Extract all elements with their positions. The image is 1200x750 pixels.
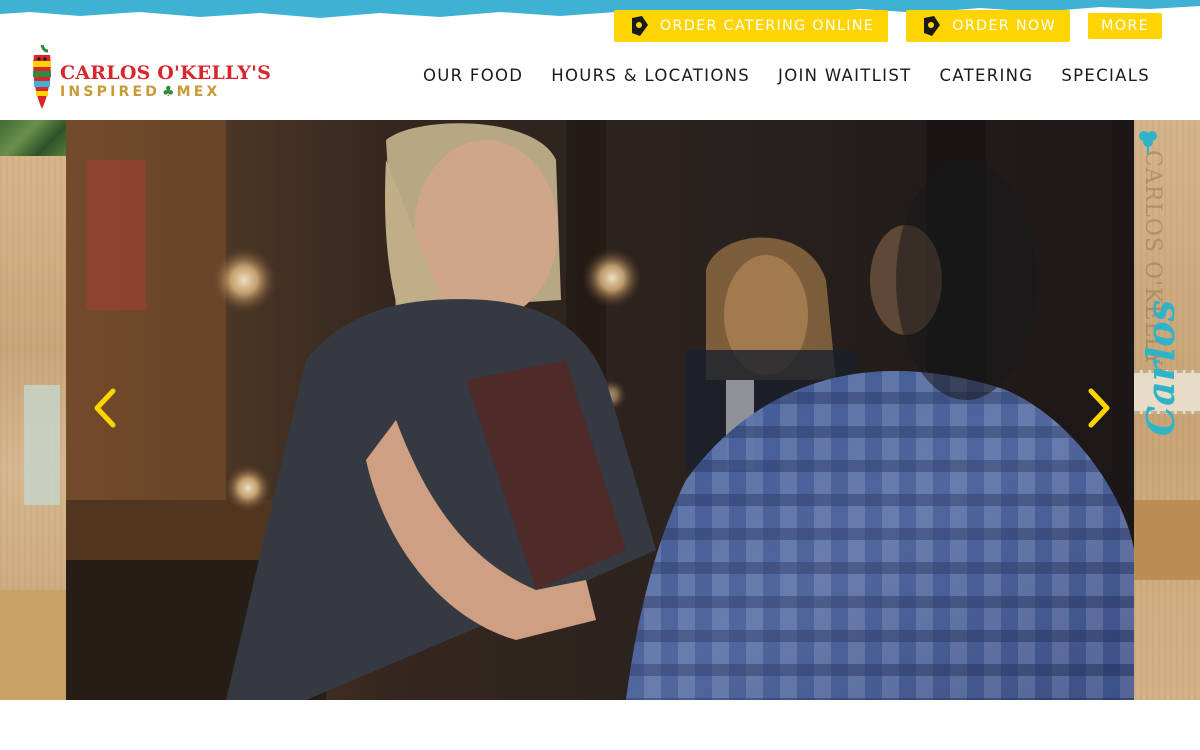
left-decorative-panel — [0, 120, 66, 700]
page: ORDER CATERING ONLINE ORDER NOW MORE CAR… — [0, 0, 1200, 750]
order-catering-online-button[interactable]: ORDER CATERING ONLINE — [613, 10, 889, 42]
order-now-label: ORDER NOW — [952, 18, 1057, 34]
logo-text: CARLOS O'KELLY'S INSPIRED ♣ MEX — [60, 62, 271, 100]
nav-our-food[interactable]: OUR FOOD — [423, 66, 523, 85]
leaf-texture — [0, 120, 66, 156]
taco-truck-icon — [630, 15, 650, 37]
paper-texture — [0, 590, 66, 700]
hero-slider — [66, 120, 1134, 700]
pepper-mascot-icon — [28, 43, 56, 115]
right-script-text: Carlos — [1138, 300, 1183, 437]
logo-name: CARLOS O'KELLY'S — [60, 62, 272, 84]
nav-join-waitlist[interactable]: JOIN WAITLIST — [778, 66, 911, 85]
logo-tagline: INSPIRED ♣ MEX — [60, 84, 271, 100]
shamrock-icon — [1139, 131, 1157, 154]
slider-next-button[interactable] — [1080, 387, 1120, 433]
logo[interactable]: CARLOS O'KELLY'S INSPIRED ♣ MEX — [28, 43, 271, 115]
tape-strip — [24, 385, 60, 505]
more-button[interactable]: MORE — [1088, 13, 1162, 39]
hero-image — [66, 120, 1134, 700]
paper-texture — [1134, 500, 1200, 580]
shamrock-icon: ♣ — [162, 84, 175, 100]
logo-tagline-right: MEX — [176, 84, 221, 100]
nav-specials[interactable]: SPECIALS — [1061, 66, 1150, 85]
site-header: CARLOS O'KELLY'S INSPIRED ♣ MEX OUR FOOD… — [0, 40, 1200, 120]
order-now-button[interactable]: ORDER NOW — [906, 10, 1071, 42]
main-nav: OUR FOOD HOURS & LOCATIONS JOIN WAITLIST… — [423, 66, 1150, 85]
chevron-left-icon — [91, 387, 117, 433]
chevron-right-icon — [1087, 387, 1113, 433]
nav-catering[interactable]: CATERING — [940, 66, 1034, 85]
slider-prev-button[interactable] — [84, 387, 124, 433]
utility-bar: ORDER CATERING ONLINE ORDER NOW MORE — [613, 10, 1162, 42]
taco-truck-icon — [922, 15, 942, 37]
logo-tagline-left: INSPIRED — [60, 84, 161, 100]
nav-hours-locations[interactable]: HOURS & LOCATIONS — [551, 66, 750, 85]
more-label: MORE — [1101, 18, 1149, 34]
order-catering-online-label: ORDER CATERING ONLINE — [659, 18, 875, 34]
